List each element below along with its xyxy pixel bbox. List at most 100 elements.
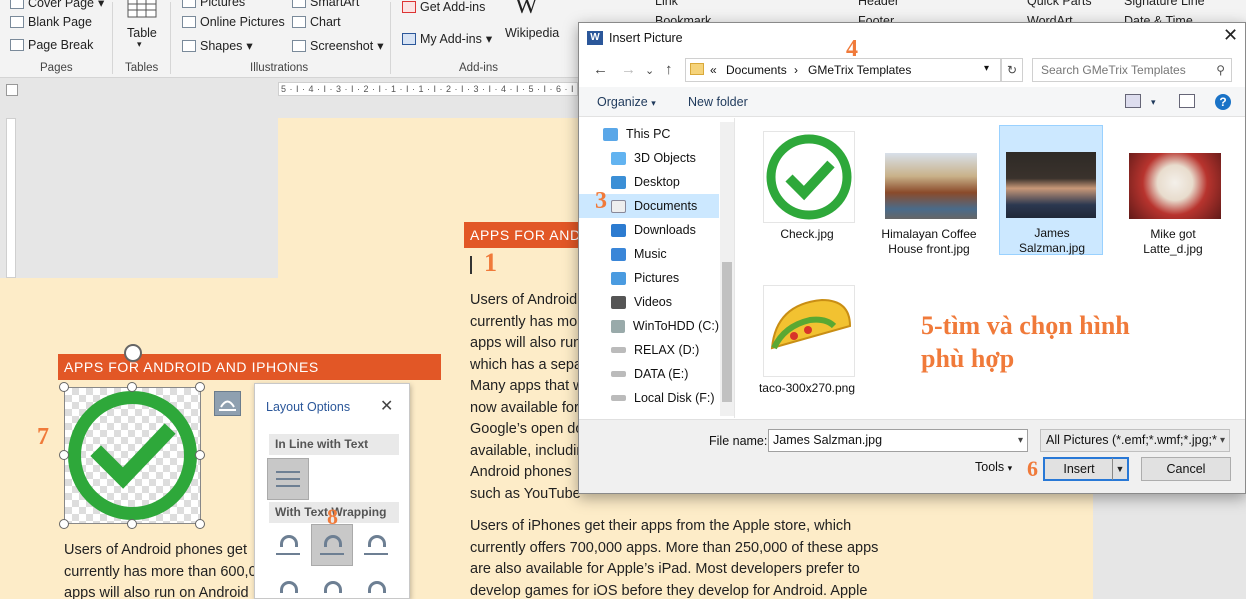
- resize-handle[interactable]: [127, 519, 137, 529]
- annotation-step-1: 1: [484, 248, 497, 277]
- file-name-input[interactable]: James Salzman.jpg ▾: [768, 429, 1028, 452]
- wrap-front-option[interactable]: [355, 570, 397, 598]
- resize-handle[interactable]: [195, 519, 205, 529]
- address-overflow[interactable]: «: [710, 63, 717, 77]
- wikipedia-icon: W: [515, 0, 538, 19]
- annotation-step-7: 7: [37, 424, 49, 450]
- change-view-icon[interactable]: [1125, 94, 1141, 108]
- preview-pane-icon[interactable]: [1179, 94, 1195, 108]
- nav-item-this-pc[interactable]: This PC: [579, 122, 719, 146]
- organize-button[interactable]: Organize ▾: [597, 95, 656, 109]
- file-thumbnail: [763, 131, 855, 223]
- nav-item-3d-objects[interactable]: 3D Objects: [579, 146, 719, 170]
- nav-scrollbar-thumb[interactable]: [722, 262, 732, 402]
- resize-handle[interactable]: [195, 382, 205, 392]
- wikipedia-button[interactable]: Wikipedia: [505, 26, 559, 40]
- annotation-step-6: 6: [1027, 456, 1038, 481]
- nav-item-pictures[interactable]: Pictures: [579, 266, 719, 290]
- up-arrow-icon[interactable]: ↑: [665, 61, 673, 78]
- rotate-handle-icon[interactable]: [124, 344, 142, 362]
- latte-photo: [1129, 153, 1221, 219]
- tools-button[interactable]: Tools ▾: [975, 460, 1012, 474]
- inserted-image[interactable]: [64, 387, 201, 524]
- page-break-button[interactable]: Page Break: [10, 38, 93, 52]
- annotation-step-8: 8: [327, 504, 338, 529]
- blank-page-button[interactable]: Blank Page: [10, 15, 92, 29]
- file-mike-got-latte[interactable]: Mike got Latte_d.jpg: [1121, 127, 1225, 257]
- resize-handle[interactable]: [195, 450, 205, 460]
- online-pictures-button[interactable]: Online Pictures: [182, 15, 285, 29]
- signature-line-button[interactable]: Signature Line: [1124, 0, 1205, 8]
- layout-options-panel: Layout Options ✕ In Line with Text With …: [254, 383, 410, 599]
- search-input[interactable]: Search GMeTrix Templates ⚲: [1032, 58, 1232, 82]
- file-taco-png[interactable]: taco-300x270.png: [755, 281, 859, 411]
- tab-selector[interactable]: [6, 84, 18, 96]
- word-icon: W: [587, 31, 603, 45]
- drive-icon: [611, 371, 626, 377]
- table-button[interactable]: Table: [127, 26, 157, 40]
- pictures-button[interactable]: Pictures: [182, 0, 245, 9]
- breadcrumb-documents[interactable]: Documents: [726, 63, 787, 77]
- recent-dropdown-icon[interactable]: ⌄: [645, 64, 654, 77]
- wrap-through-option[interactable]: [355, 524, 397, 566]
- resize-handle[interactable]: [59, 450, 69, 460]
- file-name-label: File name:: [709, 434, 768, 448]
- refresh-icon[interactable]: ↻: [1001, 58, 1023, 82]
- nav-item-music[interactable]: Music: [579, 242, 719, 266]
- nav-item-drive-f[interactable]: Local Disk (F:): [579, 386, 719, 410]
- quick-parts-button[interactable]: Quick Parts: [1027, 0, 1092, 8]
- resize-handle[interactable]: [127, 382, 137, 392]
- my-addins-button[interactable]: My Add-ins ▾: [402, 31, 492, 46]
- chevron-down-icon[interactable]: ▾: [1018, 430, 1023, 451]
- forward-arrow-icon[interactable]: →: [621, 61, 636, 78]
- close-icon[interactable]: ✕: [1223, 25, 1238, 46]
- smartart-icon: [292, 0, 306, 8]
- address-bar[interactable]: « Documents › GMeTrix Templates ▾: [685, 58, 1001, 82]
- smartart-button[interactable]: SmartArt: [292, 0, 359, 9]
- chevron-down-icon[interactable]: ▾: [984, 63, 989, 74]
- group-label-tables: Tables: [125, 62, 159, 74]
- nav-item-drive-d[interactable]: RELAX (D:): [579, 338, 719, 362]
- group-label-pages: Pages: [40, 62, 73, 74]
- shapes-button[interactable]: Shapes ▾: [182, 38, 253, 53]
- link-button[interactable]: Link: [655, 0, 678, 8]
- file-himalayan-coffee-house[interactable]: Himalayan Coffee House front.jpg: [877, 127, 981, 257]
- get-addins-button[interactable]: Get Add-ins: [402, 0, 485, 14]
- breadcrumb-gmetrix-templates[interactable]: GMeTrix Templates: [808, 63, 911, 77]
- new-folder-button[interactable]: New folder: [688, 95, 748, 109]
- vertical-ruler[interactable]: [6, 118, 16, 278]
- search-icon: ⚲: [1216, 63, 1225, 77]
- download-icon: [611, 223, 626, 237]
- resize-handle[interactable]: [59, 519, 69, 529]
- file-james-salzman[interactable]: James Salzman.jpg: [999, 125, 1103, 255]
- cover-page-button[interactable]: Cover Page ▾: [10, 0, 104, 10]
- header-button[interactable]: Header: [858, 0, 899, 8]
- wrap-square-option[interactable]: [267, 524, 309, 566]
- table-icon[interactable]: [127, 0, 157, 20]
- back-arrow-icon[interactable]: ←: [593, 61, 608, 78]
- nav-item-drive-e[interactable]: DATA (E:): [579, 362, 719, 386]
- cancel-button[interactable]: Cancel: [1141, 457, 1231, 481]
- folder-icon: [690, 63, 704, 75]
- file-type-select[interactable]: All Pictures (*.emf;*.wmf;*.jpg;* ▾: [1040, 429, 1230, 452]
- resize-handle[interactable]: [59, 382, 69, 392]
- store-icon: [402, 1, 416, 13]
- close-icon[interactable]: ✕: [380, 396, 393, 416]
- drive-icon: [611, 395, 626, 401]
- wrap-behind-option[interactable]: [311, 570, 353, 598]
- chevron-down-icon[interactable]: ▾: [1151, 97, 1156, 108]
- chart-button[interactable]: Chart: [292, 15, 341, 29]
- nav-item-drive-c[interactable]: WinToHDD (C:): [579, 314, 719, 338]
- insert-dropdown-icon[interactable]: ▼: [1112, 458, 1127, 480]
- inline-with-text-option[interactable]: [267, 458, 309, 500]
- wrap-top-bottom-option[interactable]: [267, 570, 309, 598]
- help-icon[interactable]: ?: [1215, 94, 1231, 110]
- horizontal-ruler[interactable]: 5 · I · 4 · I · 3 · I · 2 · I · 1 · I · …: [278, 82, 578, 96]
- group-label-addins: Add-ins: [459, 62, 498, 74]
- screenshot-button[interactable]: Screenshot ▾: [292, 38, 384, 53]
- nav-item-videos[interactable]: Videos: [579, 290, 719, 314]
- wrap-tight-option[interactable]: [311, 524, 353, 566]
- layout-options-button[interactable]: [214, 391, 241, 416]
- file-check-jpg[interactable]: Check.jpg: [755, 127, 859, 257]
- nav-item-downloads[interactable]: Downloads: [579, 218, 719, 242]
